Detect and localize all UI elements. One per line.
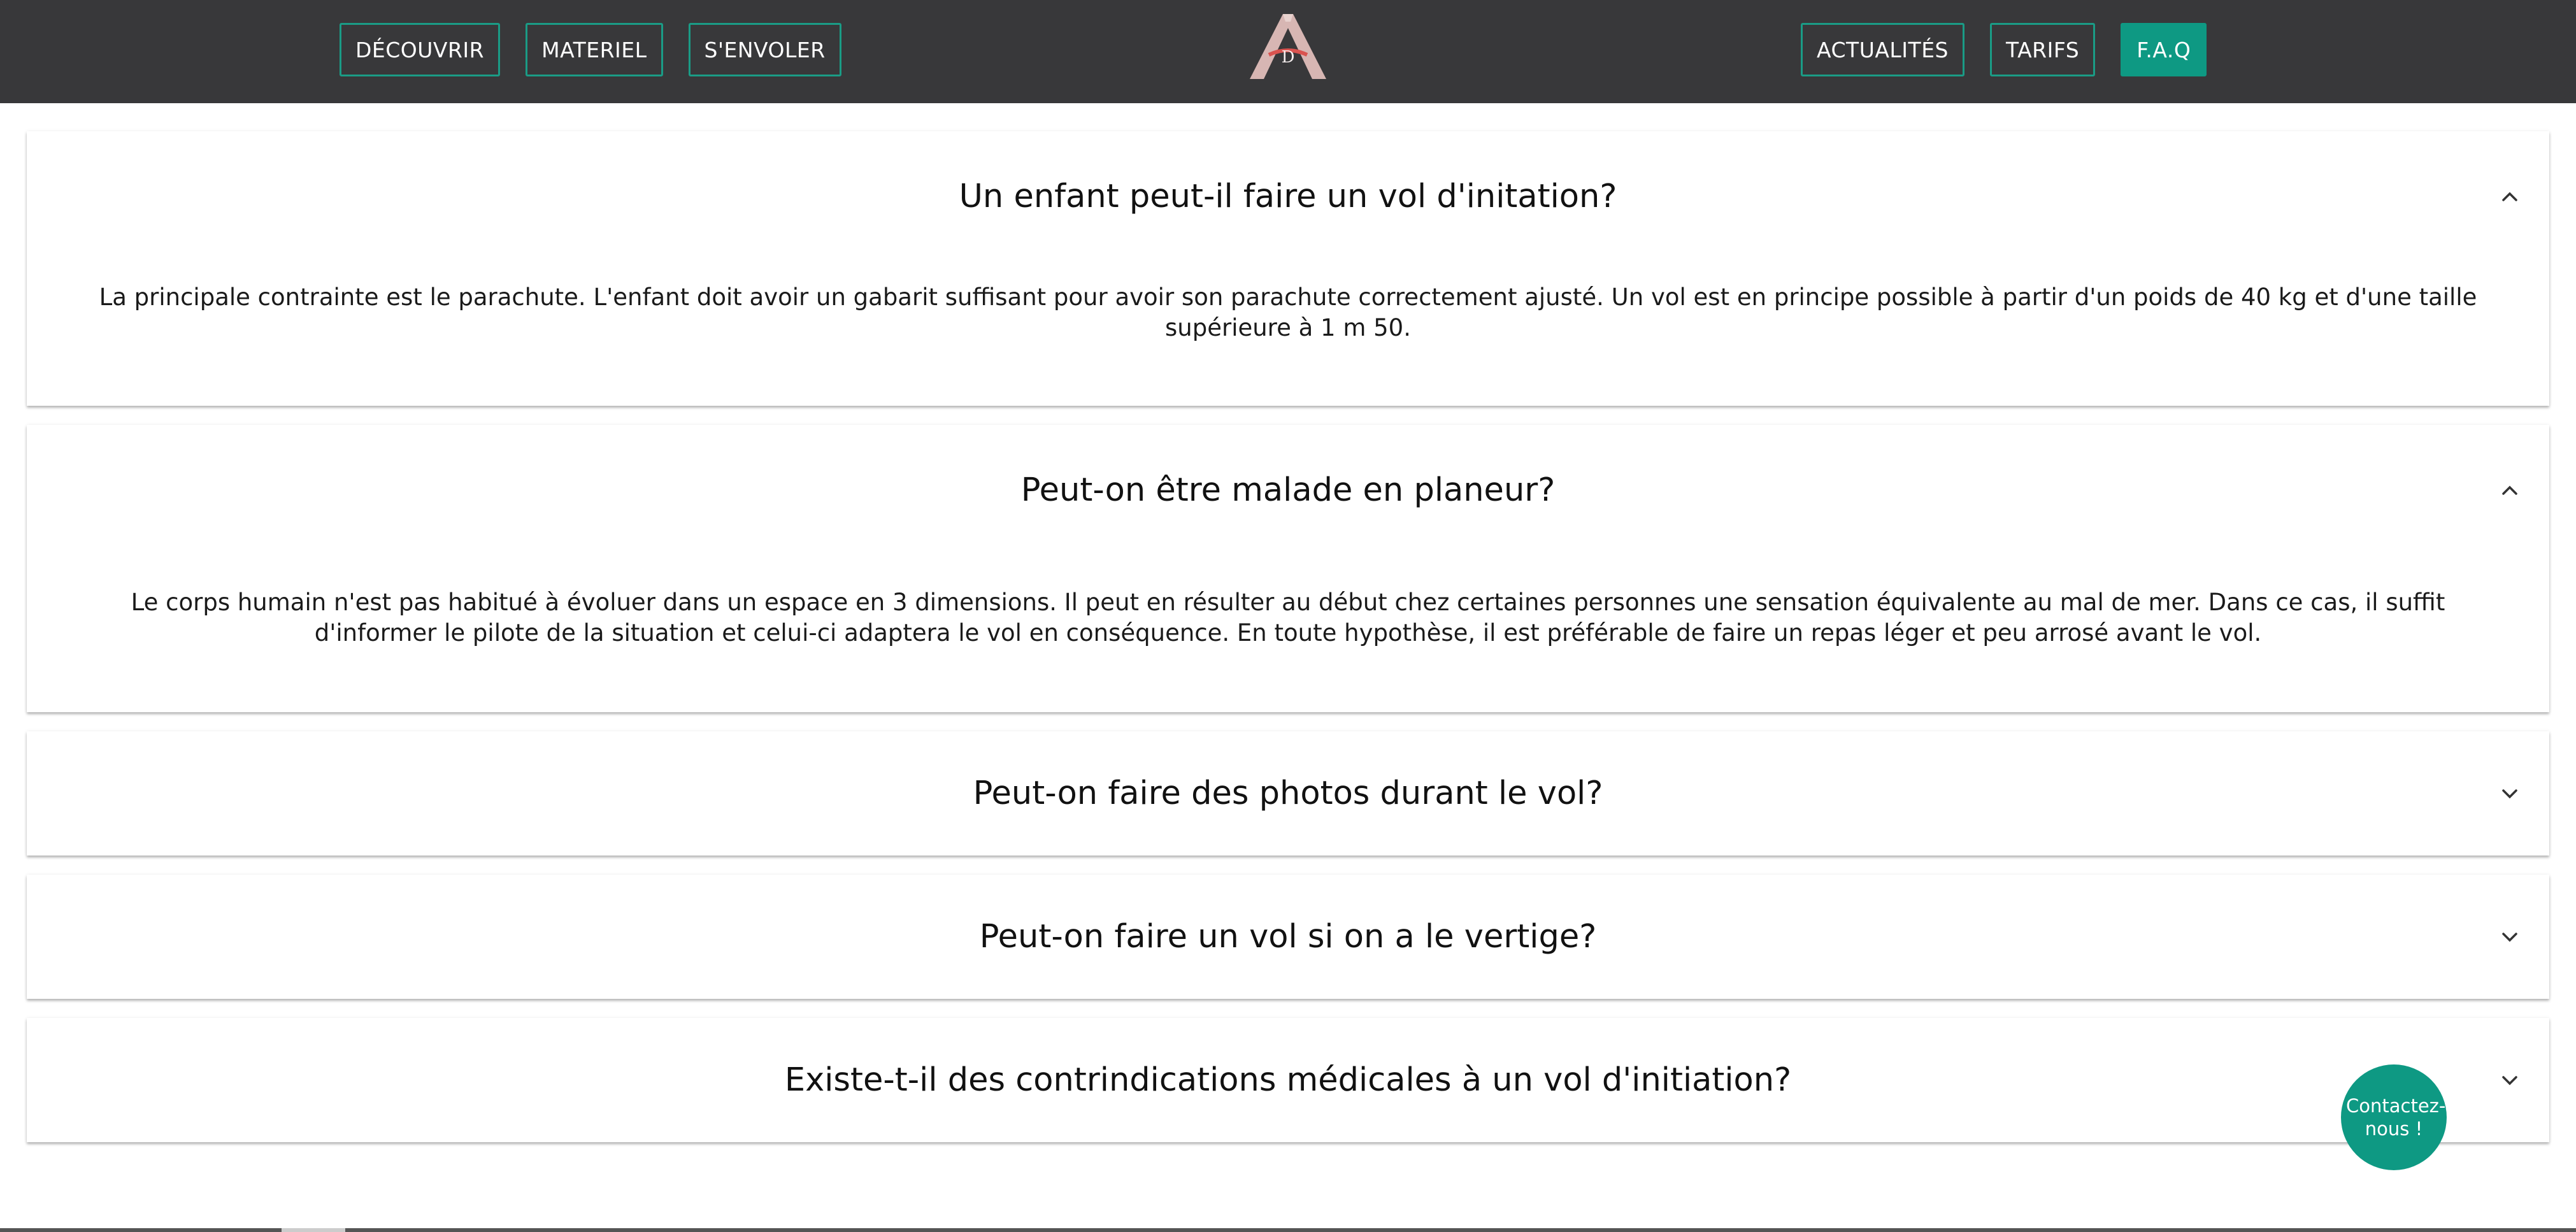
faq-item: Peut-on faire des photos durant le vol? xyxy=(27,731,2549,856)
club-logo[interactable]: D xyxy=(1243,9,1333,84)
nav-right-group: ACTUALITÉS TARIFS F.A.Q xyxy=(1801,23,2207,76)
nav-decouvrir-button[interactable]: DÉCOUVRIR xyxy=(340,23,501,76)
faq-question-header[interactable]: Peut-on être malade en planeur? xyxy=(27,425,2549,555)
faq-question-header[interactable]: Peut-on faire un vol si on a le vertige? xyxy=(27,875,2549,999)
contact-label: Contactez-nous ! xyxy=(2346,1095,2446,1140)
chevron-up-icon[interactable] xyxy=(2497,184,2522,210)
nav-senvoler-button[interactable]: S'ENVOLER xyxy=(688,23,841,76)
faq-list: Un enfant peut-il faire un vol d'initati… xyxy=(27,131,2549,1161)
faq-item: Peut-on être malade en planeur? Le corps… xyxy=(27,425,2549,712)
faq-question-text: Peut-on faire des photos durant le vol? xyxy=(973,775,1603,812)
faq-question-text: Peut-on être malade en planeur? xyxy=(1020,471,1556,509)
nav-materiel-button[interactable]: MATERIEL xyxy=(526,23,663,76)
top-navbar: DÉCOUVRIR MATERIEL S'ENVOLER D ACTUALITÉ… xyxy=(0,0,2576,103)
nav-faq-button[interactable]: F.A.Q xyxy=(2121,23,2207,76)
chevron-down-icon[interactable] xyxy=(2497,781,2522,806)
chevron-down-icon[interactable] xyxy=(2497,924,2522,950)
faq-item: Existe-t-il des contrindications médical… xyxy=(27,1018,2549,1142)
faq-item: Un enfant peut-il faire un vol d'initati… xyxy=(27,131,2549,406)
contact-button[interactable]: Contactez-nous ! xyxy=(2341,1064,2447,1170)
faq-question-text: Existe-t-il des contrindications médical… xyxy=(784,1061,1792,1099)
logo-text: D xyxy=(1282,48,1295,67)
faq-answer-text: Le corps humain n'est pas habitué à évol… xyxy=(131,589,2445,647)
nav-tarifs-button[interactable]: TARIFS xyxy=(1990,23,2096,76)
chevron-down-icon[interactable] xyxy=(2497,1068,2522,1093)
nav-actualites-button[interactable]: ACTUALITÉS xyxy=(1801,23,1964,76)
faq-question-text: Peut-on faire un vol si on a le vertige? xyxy=(979,918,1597,956)
faq-question-header[interactable]: Peut-on faire des photos durant le vol? xyxy=(27,731,2549,856)
scrollbar-thumb[interactable] xyxy=(282,1228,345,1232)
faq-question-text: Un enfant peut-il faire un vol d'initati… xyxy=(959,178,1617,215)
horizontal-scrollbar[interactable] xyxy=(0,1228,2576,1232)
nav-left-group: DÉCOUVRIR MATERIEL S'ENVOLER xyxy=(340,23,841,76)
chevron-up-icon[interactable] xyxy=(2497,478,2522,503)
faq-item: Peut-on faire un vol si on a le vertige? xyxy=(27,875,2549,999)
faq-question-header[interactable]: Un enfant peut-il faire un vol d'initati… xyxy=(27,131,2549,262)
faq-question-header[interactable]: Existe-t-il des contrindications médical… xyxy=(27,1018,2549,1142)
faq-answer-text: La principale contrainte est le parachut… xyxy=(99,283,2477,341)
